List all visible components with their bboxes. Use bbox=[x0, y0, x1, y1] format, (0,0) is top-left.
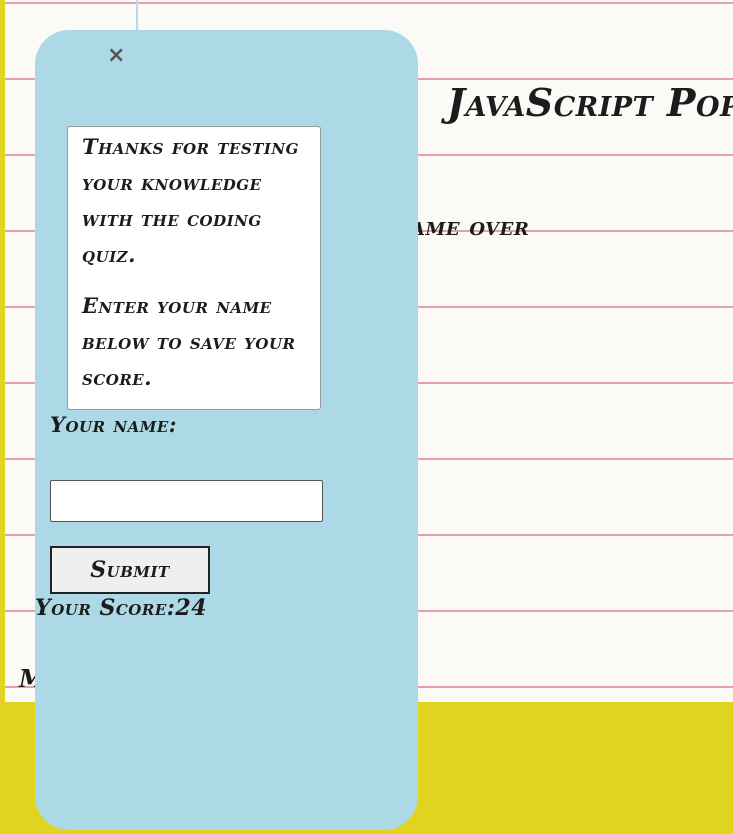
game-over-text: ame over bbox=[411, 212, 530, 241]
score-display: Your Score:24 bbox=[35, 595, 207, 621]
score-value: 24 bbox=[175, 595, 208, 621]
close-icon[interactable]: × bbox=[107, 44, 127, 68]
margin-line bbox=[136, 0, 138, 32]
save-instructions: Enter your name below to save your score… bbox=[82, 293, 296, 390]
submit-button[interactable]: Submit bbox=[50, 546, 210, 594]
name-input[interactable] bbox=[50, 480, 323, 522]
page-title: JavaScript Pop bbox=[447, 80, 733, 125]
save-score-modal: × Thanks for testing your knowledge with… bbox=[35, 30, 418, 830]
thanks-message: Thanks for testing your knowledge with t… bbox=[82, 134, 299, 267]
score-label: Your Score: bbox=[35, 595, 176, 621]
thanks-message-box: Thanks for testing your knowledge with t… bbox=[67, 126, 321, 410]
name-label: Your name: bbox=[50, 412, 178, 437]
